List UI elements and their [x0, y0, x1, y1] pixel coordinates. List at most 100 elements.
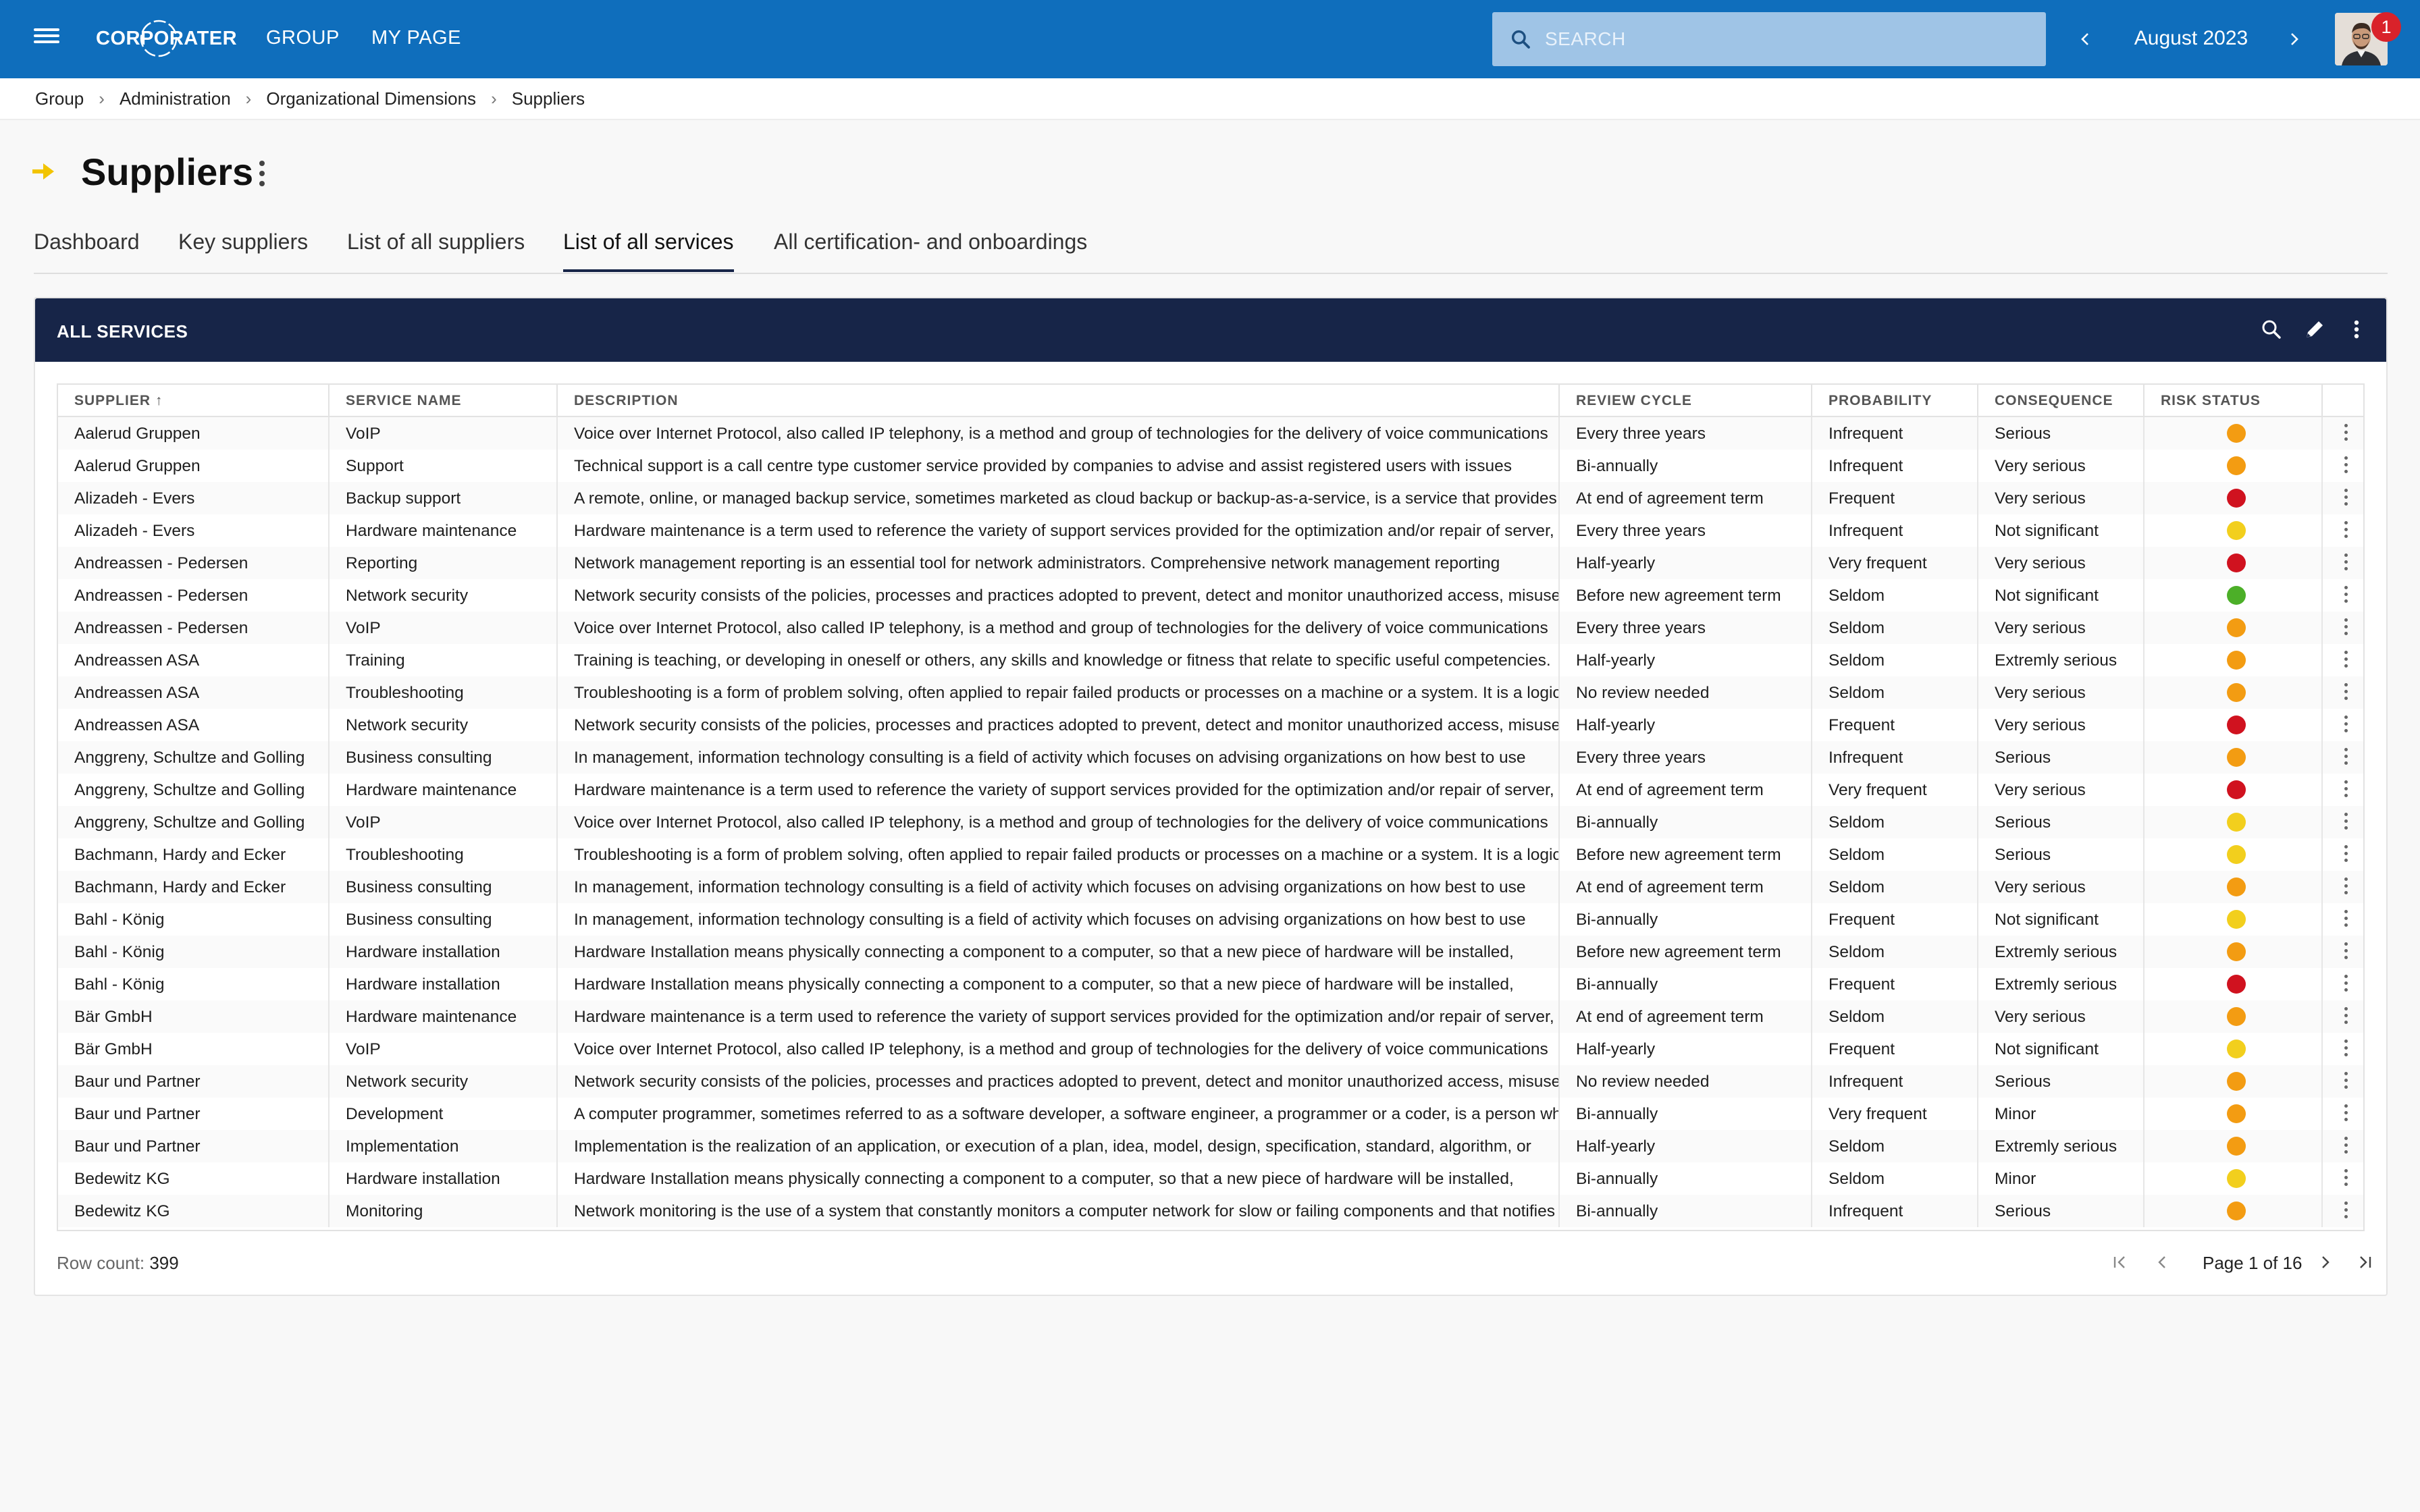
- tab-dashboard[interactable]: Dashboard: [34, 230, 140, 269]
- tab-list-of-all-suppliers[interactable]: List of all suppliers: [347, 230, 525, 269]
- row-count-value: 399: [149, 1253, 179, 1273]
- more-vertical-icon[interactable]: [2343, 316, 2370, 343]
- row-menu-icon[interactable]: [2342, 554, 2350, 572]
- row-menu-icon[interactable]: [2342, 1040, 2350, 1058]
- table-row[interactable]: Andreassen - Pedersen Network security Net…: [58, 579, 2363, 612]
- row-menu-icon[interactable]: [2342, 1137, 2350, 1156]
- table-row[interactable]: Andreassen ASA Network security Network se…: [58, 709, 2363, 741]
- breadcrumb-suppliers[interactable]: Suppliers: [512, 88, 585, 109]
- table-row[interactable]: Bahl - König Business consulting In manage…: [58, 903, 2363, 936]
- table-row[interactable]: Bär GmbH Hardware maintenance Hardware mai…: [58, 1000, 2363, 1033]
- row-menu-icon[interactable]: [2342, 910, 2350, 929]
- nav-group[interactable]: GROUP: [266, 27, 340, 49]
- logo[interactable]: CORPORATER: [96, 16, 237, 61]
- table-row[interactable]: Baur und Partner Development A computer pr…: [58, 1098, 2363, 1130]
- table-row[interactable]: Anggreny, Schultze and Golling Business c…: [58, 741, 2363, 774]
- first-page-icon[interactable]: [2107, 1249, 2134, 1276]
- tab-list-of-all-services[interactable]: List of all services: [563, 230, 734, 272]
- cell-review-cycle: At end of agreement term: [1560, 1000, 1812, 1033]
- row-menu-icon[interactable]: [2342, 1104, 2350, 1123]
- cell-consequence: Extremly serious: [1978, 936, 2145, 968]
- table-row[interactable]: Bachmann, Hardy and Ecker Business consul…: [58, 871, 2363, 903]
- search-box[interactable]: [1492, 12, 2046, 66]
- edit-icon[interactable]: [2301, 316, 2328, 343]
- row-menu-icon[interactable]: [2342, 424, 2350, 443]
- row-menu-icon[interactable]: [2342, 878, 2350, 896]
- search-input[interactable]: [1545, 28, 2018, 50]
- table-row[interactable]: Alizadeh - Evers Hardware maintenance Hard…: [58, 514, 2363, 547]
- column-header-consequence[interactable]: CONSEQUENCE: [1978, 385, 2145, 417]
- row-menu-icon[interactable]: [2342, 813, 2350, 832]
- row-menu-icon[interactable]: [2342, 489, 2350, 508]
- table-row[interactable]: Anggreny, Schultze and Golling Hardware m…: [58, 774, 2363, 806]
- menu-icon[interactable]: [34, 26, 61, 53]
- cell-review-cycle: Half-yearly: [1560, 644, 1812, 676]
- row-menu-icon[interactable]: [2342, 651, 2350, 670]
- cell-review-cycle: Every three years: [1560, 514, 1812, 547]
- row-menu-icon[interactable]: [2342, 1072, 2350, 1091]
- table-row[interactable]: Bedewitz KG Monitoring Network monitoring …: [58, 1195, 2363, 1227]
- row-menu-icon[interactable]: [2342, 780, 2350, 799]
- row-menu-icon[interactable]: [2342, 521, 2350, 540]
- table-row[interactable]: Bahl - König Hardware installation Hardwar…: [58, 968, 2363, 1000]
- chevron-right-icon: ›: [491, 88, 497, 109]
- row-menu-icon[interactable]: [2342, 1202, 2350, 1220]
- column-header-service-name[interactable]: SERVICE NAME: [330, 385, 558, 417]
- cell-description: Network security consists of the policie…: [558, 709, 1560, 741]
- row-menu-icon[interactable]: [2342, 618, 2350, 637]
- table-row[interactable]: Andreassen ASA Troubleshooting Troubleshoo…: [58, 676, 2363, 709]
- next-page-icon[interactable]: [2312, 1249, 2339, 1276]
- last-page-icon[interactable]: [2351, 1249, 2378, 1276]
- cell-supplier: Anggreny, Schultze and Golling: [58, 806, 330, 838]
- table-row[interactable]: Andreassen - Pedersen VoIP Voice over Inte…: [58, 612, 2363, 644]
- row-menu-icon[interactable]: [2342, 1007, 2350, 1026]
- tab-all-certification-and-onboardings[interactable]: All certification- and onboardings: [774, 230, 1087, 269]
- row-menu-icon[interactable]: [2342, 975, 2350, 994]
- page-menu-icon[interactable]: [257, 161, 267, 190]
- row-menu-icon[interactable]: [2342, 1169, 2350, 1188]
- search-icon: [1511, 30, 1530, 49]
- page-title: Suppliers: [81, 151, 254, 193]
- column-header-supplier[interactable]: SUPPLIER ↑: [58, 385, 330, 417]
- cell-description: Voice over Internet Protocol, also calle…: [558, 417, 1560, 450]
- period-label[interactable]: August 2023: [2113, 27, 2269, 50]
- cell-probability: Frequent: [1812, 903, 1978, 936]
- breadcrumb-administration[interactable]: Administration: [120, 88, 231, 109]
- row-menu-icon[interactable]: [2342, 456, 2350, 475]
- table-row[interactable]: Aalerud Gruppen VoIP Voice over Internet P…: [58, 417, 2363, 450]
- row-menu-icon[interactable]: [2342, 586, 2350, 605]
- table-row[interactable]: Bedewitz KG Hardware installation Hardware…: [58, 1162, 2363, 1195]
- table-row[interactable]: Baur und Partner Network security Network …: [58, 1065, 2363, 1098]
- cell-consequence: Very serious: [1978, 547, 2145, 579]
- notification-badge[interactable]: 1: [2371, 12, 2401, 42]
- nav-my-page[interactable]: MY PAGE: [371, 27, 461, 49]
- row-menu-icon[interactable]: [2342, 748, 2350, 767]
- table-row[interactable]: Baur und Partner Implementation Implementa…: [58, 1130, 2363, 1162]
- row-menu-icon[interactable]: [2342, 845, 2350, 864]
- column-header-probability[interactable]: PROBABILITY: [1812, 385, 1978, 417]
- table-row[interactable]: Bachmann, Hardy and Ecker Troubleshooting…: [58, 838, 2363, 871]
- column-header-description[interactable]: DESCRIPTION: [558, 385, 1560, 417]
- table-row[interactable]: Andreassen - Pedersen Reporting Network ma…: [58, 547, 2363, 579]
- table-row[interactable]: Bahl - König Hardware installation Hardwar…: [58, 936, 2363, 968]
- cell-supplier: Anggreny, Schultze and Golling: [58, 774, 330, 806]
- risk-status-orange-dot: [2227, 1202, 2246, 1220]
- tab-key-suppliers[interactable]: Key suppliers: [178, 230, 308, 269]
- table-row[interactable]: Andreassen ASA Training Training is teachi…: [58, 644, 2363, 676]
- breadcrumb-group[interactable]: Group: [35, 88, 84, 109]
- row-menu-icon[interactable]: [2342, 942, 2350, 961]
- column-header-risk-status[interactable]: RISK STATUS: [2145, 385, 2323, 417]
- chevron-left-icon[interactable]: [2076, 26, 2093, 53]
- search-icon[interactable]: [2258, 316, 2285, 343]
- table-row[interactable]: Alizadeh - Evers Backup support A remote, …: [58, 482, 2363, 514]
- previous-page-icon[interactable]: [2149, 1249, 2176, 1276]
- breadcrumb-organizational-dimensions[interactable]: Organizational Dimensions: [266, 88, 476, 109]
- table-row[interactable]: Aalerud Gruppen Support Technical support …: [58, 450, 2363, 482]
- table-row[interactable]: Anggreny, Schultze and Golling VoIP Voice …: [58, 806, 2363, 838]
- chevron-right-icon[interactable]: [2286, 26, 2304, 53]
- risk-status-yellow-dot: [2227, 1169, 2246, 1188]
- table-row[interactable]: Bär GmbH VoIP Voice over Internet Protocol…: [58, 1033, 2363, 1065]
- row-menu-icon[interactable]: [2342, 716, 2350, 734]
- column-header-review-cycle[interactable]: REVIEW CYCLE: [1560, 385, 1812, 417]
- row-menu-icon[interactable]: [2342, 683, 2350, 702]
